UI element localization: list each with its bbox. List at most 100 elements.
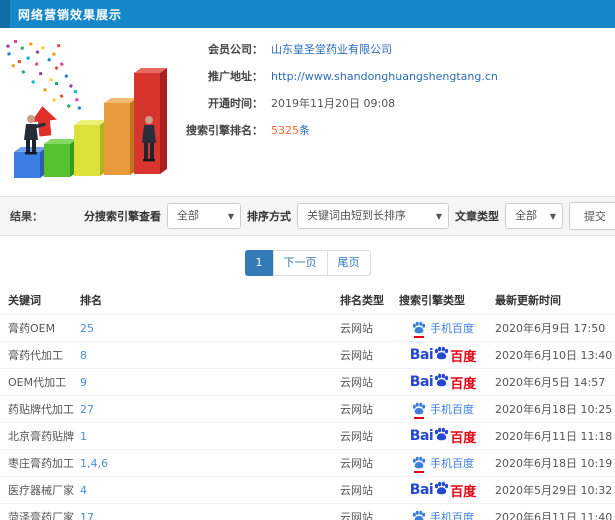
baidu-paw-icon <box>412 456 426 469</box>
rank-type-cell: 云网站 <box>340 430 373 443</box>
pagination: 1 下一页 尾页 <box>0 250 615 276</box>
info-row: 开通时间： 2019年11月20日 09:08 <box>185 90 615 117</box>
col-header-updated: 最新更新时间 <box>495 294 561 307</box>
rank-link[interactable]: 4 <box>80 484 87 497</box>
baidu-paw-icon <box>435 427 449 440</box>
baidu-logo: Bai 百度 <box>397 346 489 365</box>
mobile-baidu-logo: 手机百度 <box>397 455 489 473</box>
updated-cell: 2020年6月11日 11:18 <box>495 430 613 443</box>
rank-cell: 25 <box>80 322 340 335</box>
table-row: 膏药OEM 25 云网站 手机百度 2020年6月9日 17:50 <box>0 314 615 341</box>
rank-link[interactable]: 1 <box>80 430 87 443</box>
mobile-baidu-paw-icon <box>412 456 426 473</box>
info-label: 会员公司： <box>208 43 263 56</box>
rank-type-cell: 云网站 <box>340 511 373 520</box>
table-row: OEM代加工 9 云网站 Bai 百度 2020年6月5日 14:57 <box>0 368 615 395</box>
engine-type-cell: 手机百度 <box>397 455 489 473</box>
rank-link[interactable]: 25 <box>80 322 94 335</box>
filter-bar: 结果： 分搜索引擎查看 全部 ▼ 排序方式 关键词由短到长排序 ▼ 文章类型 全… <box>0 196 615 236</box>
mobile-baidu-logo: 手机百度 <box>397 320 489 338</box>
keyword-cell: 膏药OEM <box>8 322 56 335</box>
rank-cell: 4 <box>80 484 340 497</box>
baidu-paw-icon <box>434 481 449 496</box>
rank-link[interactable]: 17 <box>80 511 94 520</box>
rank-link[interactable]: 9 <box>80 376 87 389</box>
info-label: 开通时间： <box>208 97 263 110</box>
info-row: 会员公司： 山东皇圣堂药业有限公司 <box>185 36 615 63</box>
baidu-logo-cn-text: 百度 <box>450 430 477 446</box>
baidu-paw-icon <box>434 427 449 442</box>
baidu-paw-icon <box>435 373 449 386</box>
table-row: 医疗器械厂家 4 云网站 Bai 百度 2020年5月29日 10:32 <box>0 476 615 503</box>
engine-view-select[interactable]: 全部 ▼ <box>167 203 241 229</box>
mobile-baidu-label: 手机百度 <box>430 511 474 520</box>
rank-cell: 1,4,6 <box>80 457 340 470</box>
updated-cell: 2020年6月5日 14:57 <box>495 376 606 389</box>
submit-button[interactable]: 提交 <box>569 202 615 230</box>
info-value[interactable]: http://www.shandonghuangshengtang.cn <box>271 70 498 83</box>
updated-cell: 2020年6月11日 11:40 <box>495 511 613 520</box>
page-1-button[interactable]: 1 <box>244 250 274 276</box>
baidu-paw-icon <box>435 346 449 359</box>
header-accent <box>0 0 10 28</box>
table-row: 枣庄膏药加工 1,4,6 云网站 手机百度 2020年6月18日 10:19 <box>0 449 615 476</box>
last-page-button[interactable]: 尾页 <box>326 250 371 276</box>
table-row: 北京膏药贴牌 1 云网站 Bai 百度 2020年6月11日 11:18 <box>0 422 615 449</box>
rank-cell: 8 <box>80 349 340 362</box>
engine-view-label: 分搜索引擎查看 <box>84 210 161 223</box>
baidu-logo-text: Bai <box>409 347 434 363</box>
filter-controls: 分搜索引擎查看 全部 ▼ 排序方式 关键词由短到长排序 ▼ 文章类型 全部 ▼ … <box>84 202 615 230</box>
engine-type-cell: 手机百度 <box>397 509 489 520</box>
rank-link[interactable]: 27 <box>80 403 94 416</box>
col-header-keyword: 关键词 <box>8 294 41 307</box>
chevron-down-icon: ▼ <box>435 212 442 221</box>
article-type-select[interactable]: 全部 ▼ <box>505 203 563 229</box>
engine-type-cell: 手机百度 <box>397 401 489 419</box>
baidu-logo-text: Bai <box>409 428 434 444</box>
sort-value: 关键词由短到长排序 <box>307 209 406 222</box>
sort-select[interactable]: 关键词由短到长排序 ▼ <box>297 203 449 229</box>
rank-link[interactable]: 1,4,6 <box>80 457 108 470</box>
rank-link[interactable]: 8 <box>80 349 87 362</box>
table-row: 膏药代加工 8 云网站 Bai 百度 2020年6月10日 13:40 <box>0 341 615 368</box>
table-header-row: 关键词 排名 排名类型 搜索引擎类型 最新更新时间 <box>0 286 615 314</box>
results-table: 关键词 排名 排名类型 搜索引擎类型 最新更新时间 膏药OEM 25 云网站 手机百度… <box>0 286 615 520</box>
col-header-rank-type: 排名类型 <box>340 294 384 307</box>
rank-type-cell: 云网站 <box>340 457 373 470</box>
app-header: 网络营销效果展示 <box>0 0 615 28</box>
engine-type-cell: Bai 百度 <box>397 481 489 500</box>
engine-type-cell: Bai 百度 <box>397 427 489 446</box>
baidu-paw-icon <box>434 346 449 361</box>
rank-type-cell: 云网站 <box>340 403 373 416</box>
mobile-baidu-logo: 手机百度 <box>397 401 489 419</box>
baidu-logo-cn-text: 百度 <box>450 349 477 365</box>
baidu-logo: Bai 百度 <box>397 481 489 500</box>
keyword-cell: 菏泽膏药厂家 <box>8 511 74 520</box>
info-value[interactable]: 山东皇圣堂药业有限公司 <box>271 43 392 56</box>
mobile-baidu-paw-icon <box>412 321 426 338</box>
baidu-logo: Bai 百度 <box>397 427 489 446</box>
engine-type-cell: Bai 百度 <box>397 373 489 392</box>
keyword-cell: 北京膏药贴牌 <box>8 430 74 443</box>
info-value[interactable]: 5325条 <box>271 124 310 137</box>
next-page-button[interactable]: 下一页 <box>272 250 328 276</box>
growth-chart-image <box>5 40 167 178</box>
3d-bars <box>14 68 167 178</box>
updated-cell: 2020年6月18日 10:25 <box>495 403 613 416</box>
col-header-rank: 排名 <box>80 294 102 307</box>
company-info-section: 会员公司： 山东皇圣堂药业有限公司 推广地址： http://www.shandong… <box>0 28 615 192</box>
rank-cell: 9 <box>80 376 340 389</box>
keyword-cell: 膏药代加工 <box>8 349 63 362</box>
baidu-paw-icon <box>412 510 426 520</box>
rank-cell: 1 <box>80 430 340 443</box>
baidu-paw-icon <box>412 402 426 415</box>
chevron-down-icon: ▼ <box>549 212 556 221</box>
confetti-dots <box>5 40 82 111</box>
updated-cell: 2020年6月10日 13:40 <box>495 349 613 362</box>
updated-cell: 2020年5月29日 10:32 <box>495 484 613 497</box>
article-type-label: 文章类型 <box>455 210 499 223</box>
mobile-baidu-label: 手机百度 <box>430 322 474 335</box>
engine-view-value: 全部 <box>177 209 199 222</box>
engine-type-cell: Bai 百度 <box>397 346 489 365</box>
keyword-cell: 医疗器械厂家 <box>8 484 74 497</box>
